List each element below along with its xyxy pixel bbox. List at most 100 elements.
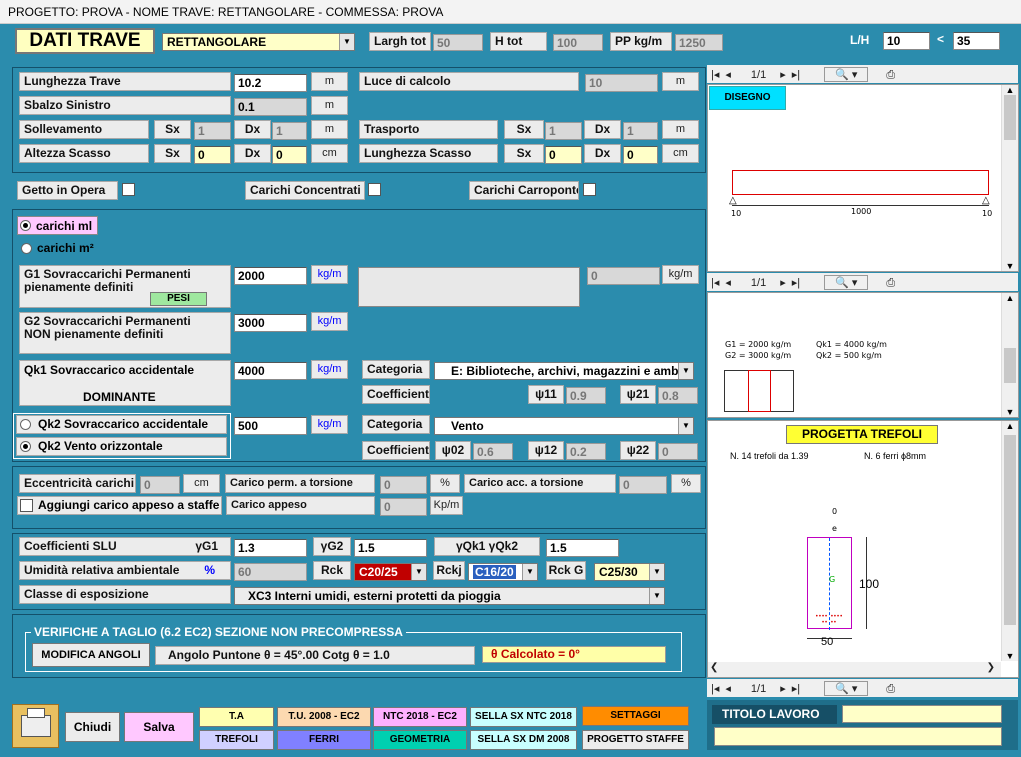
last-page-icon: ▸| (791, 683, 801, 695)
getto-label: Getto in Opera (17, 181, 118, 200)
sella-ntc-button[interactable]: SELLA SX NTC 2018 (470, 707, 577, 727)
qk1-input[interactable]: 4000 (234, 362, 307, 380)
last-page-icon: ▸| (791, 277, 801, 289)
radio-ml-box[interactable]: carichi ml (17, 216, 98, 235)
chevron-down-icon[interactable]: ▼ (522, 564, 537, 580)
preview3-nav[interactable]: |◂ ◂ 1/1 ▸ ▸| 🔍 ▾ ⎙ (707, 679, 1018, 697)
g2-input[interactable]: 3000 (234, 314, 307, 332)
psi22-value: 0 (658, 443, 698, 460)
ta-button[interactable]: T.A (199, 707, 274, 727)
radio-m2[interactable] (21, 243, 32, 254)
luce-unit: m (662, 72, 699, 91)
radio-qk2-accidentale[interactable] (20, 419, 31, 430)
lscasso-sx-input[interactable]: 0 (545, 146, 582, 164)
dim-line (732, 205, 989, 206)
rckg-label: Rck G (546, 561, 586, 580)
chevron-down-icon[interactable]: ▼ (678, 418, 693, 434)
g1-note-box[interactable] (358, 267, 580, 307)
rckg-value: C25/30 (599, 565, 638, 579)
rck-select[interactable]: C20/25 ▼ (354, 563, 427, 581)
coefficienti1-label: Coefficienti (362, 385, 430, 404)
categoria2-select[interactable]: Vento ▼ (434, 417, 694, 435)
radio-ml[interactable] (20, 220, 31, 231)
chiudi-button[interactable]: Chiudi (65, 712, 120, 742)
qk2-input[interactable]: 500 (234, 417, 307, 435)
staffe-checkbox[interactable] (20, 499, 33, 512)
pesi-button[interactable]: PESI (150, 292, 207, 306)
lh-max[interactable]: 35 (953, 32, 1000, 50)
lscasso-label: Lunghezza Scasso (359, 144, 498, 163)
g1-input[interactable]: 2000 (234, 267, 307, 285)
rck-label: Rck (313, 561, 351, 580)
lh-value[interactable]: 10 (883, 32, 930, 50)
progetto-staffe-button[interactable]: PROGETTO STAFFE (582, 730, 689, 750)
taglio-title: VERIFICHE A TAGLIO (6.2 EC2) SEZIONE NON… (31, 625, 406, 639)
carroponte-checkbox[interactable] (583, 183, 596, 196)
coefficienti2-label: Coefficienti (362, 441, 430, 460)
trefoli-button[interactable]: TREFOLI (199, 730, 274, 750)
lunghezza-input[interactable]: 10.2 (234, 74, 307, 92)
preview1-scrollbar[interactable]: ▲ ▼ (1001, 85, 1018, 271)
rckj-select[interactable]: C16/20 ▼ (468, 563, 538, 581)
chevron-down-icon[interactable]: ▼ (649, 588, 664, 604)
classe-select[interactable]: XC3 Interni umidi, esterni protetti da p… (234, 587, 665, 605)
largh-label: Largh tot (369, 32, 431, 51)
psi21-value: 0.8 (658, 387, 698, 404)
preview1-nav[interactable]: |◂ ◂ 1/1 ▸ ▸| 🔍 ▾ ⎙ (707, 65, 1018, 83)
gamma-q-input[interactable]: 1.5 (546, 539, 619, 557)
next-page-icon: ▸ (780, 277, 786, 289)
salva-button[interactable]: Salva (124, 712, 194, 742)
page-indicator: 1/1 (750, 683, 767, 695)
soll-dx-label: Dx (234, 120, 271, 139)
preview3-scrollbar[interactable]: ▲ ▼ (1001, 421, 1018, 661)
categoria1-label: Categoria (362, 360, 430, 379)
categoria2-value: Vento (451, 419, 484, 433)
modifica-angoli-button[interactable]: MODIFICA ANGOLI (32, 643, 150, 667)
appeso-value: 0 (380, 498, 427, 516)
dim-mid: 1000 (851, 207, 872, 216)
chevron-down-icon[interactable]: ▼ (678, 363, 693, 379)
qk2a-label: Qk2 Sovraccarico accidentale (38, 417, 209, 431)
ferri-button[interactable]: FERRI (277, 730, 371, 750)
chevron-down-icon[interactable]: ▼ (339, 34, 354, 50)
preview2-scrollbar[interactable]: ▲ ▼ (1001, 293, 1018, 417)
settaggi-button[interactable]: SETTAGGI (582, 706, 689, 726)
beam-type-select[interactable]: RETTANGOLARE ▼ (162, 33, 355, 51)
ntc-button[interactable]: NTC 2018 - EC2 (373, 707, 467, 727)
radio-qk2-vento[interactable] (20, 441, 31, 452)
preview2-nav[interactable]: |◂ ◂ 1/1 ▸ ▸| 🔍 ▾ ⎙ (707, 273, 1018, 291)
chevron-down-icon[interactable]: ▼ (649, 564, 664, 580)
tu-button[interactable]: T.U. 2008 - EC2 (277, 707, 371, 727)
titolo-input-2[interactable] (714, 727, 1002, 746)
chevron-down-icon[interactable]: ▼ (411, 564, 426, 580)
printer-button[interactable] (12, 704, 59, 748)
scasso-dx-input[interactable]: 0 (272, 146, 307, 164)
titolo-input-1[interactable] (842, 705, 1002, 723)
g2-text: G2 = 3000 kg/m (725, 351, 792, 360)
soll-dx-value: 1 (272, 122, 307, 140)
carroponte-label: Carichi Carroponte (469, 181, 579, 200)
printer-icon (21, 708, 51, 737)
dim-right: 10 (982, 209, 993, 218)
disegno-button[interactable]: DISEGNO (709, 86, 786, 110)
section-e: e (832, 524, 837, 533)
categoria1-select[interactable]: E: Biblioteche, archivi, magazzini e amb… (434, 362, 694, 380)
prev-page-icon: ◂ (725, 277, 731, 289)
gamma-g2-input[interactable]: 1.5 (354, 539, 427, 557)
sella-dm-button[interactable]: SELLA SX DM 2008 (470, 730, 577, 750)
gamma-g1-input[interactable]: 1.3 (234, 539, 307, 557)
progetta-trefoli-button[interactable]: PROGETTA TREFOLI (786, 425, 938, 444)
scasso-sx-input[interactable]: 0 (194, 146, 231, 164)
geometria-button[interactable]: GEOMETRIA (373, 730, 467, 750)
getto-checkbox[interactable] (122, 183, 135, 196)
qk1-text: Qk1 = 4000 kg/m (816, 340, 887, 349)
umid-label-text: Umidità relativa ambientale (24, 563, 180, 577)
preview3-hscroll[interactable]: ❮ ❯ (708, 662, 1001, 677)
psi22-label: ψ22 (620, 441, 656, 460)
lscasso-dx-input[interactable]: 0 (623, 146, 658, 164)
rckg-select[interactable]: C25/30 ▼ (594, 563, 665, 581)
search-icon: 🔍 ▾ (824, 275, 869, 290)
qk2-unit: kg/m (311, 415, 348, 434)
concentrati-checkbox[interactable] (368, 183, 381, 196)
sbalzo-value: 0.1 (234, 98, 307, 116)
